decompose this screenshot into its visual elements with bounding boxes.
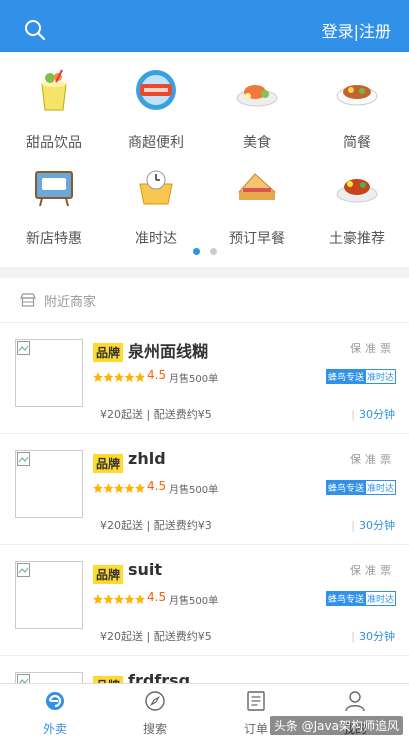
tab-search[interactable]: 搜索	[104, 690, 206, 737]
nearby-header: 附近商家	[0, 278, 409, 322]
supermarket-icon	[136, 70, 176, 110]
category-recommend[interactable]: 土豪推荐	[306, 162, 408, 248]
top-header: 登录|注册	[0, 0, 409, 52]
shop-name: 泉州面线糊	[128, 342, 209, 361]
broken-image-icon	[17, 563, 30, 577]
rating-stars	[93, 594, 145, 604]
category-new-store[interactable]: 新店特惠	[3, 162, 105, 248]
category-label: 商超便利	[128, 135, 184, 151]
order-icon	[247, 691, 265, 711]
profile-icon	[345, 691, 365, 712]
shop-sales: 月售500单	[169, 596, 219, 607]
delivery-time-value: 30分钟	[359, 408, 395, 421]
delivery-time-value: 30分钟	[359, 519, 395, 532]
category-simple-meal[interactable]: 简餐	[306, 66, 408, 152]
store-icon	[20, 293, 36, 307]
brand-badge: 品牌	[93, 565, 124, 584]
new-store-icon	[35, 171, 73, 207]
shop-sales: 月售500单	[169, 485, 219, 496]
delivery-time: | 30分钟	[351, 519, 395, 532]
shop-tags: 保准票	[350, 342, 395, 355]
rating-stars	[93, 483, 145, 493]
delivery-badge: 蜂鸟专送	[325, 591, 366, 606]
broken-image-icon	[17, 452, 30, 466]
on-time-icon	[139, 170, 173, 205]
brand-badge: 品牌	[93, 343, 124, 362]
shop-sales: 月售500单	[169, 374, 219, 385]
shop-item[interactable]: 品牌 泉州面线糊 保准票 4.5 月售500单 蜂鸟专送 准时达 ¥20起送 |…	[0, 322, 409, 433]
category-label: 甜品饮品	[26, 135, 82, 151]
carousel-dot[interactable]	[209, 248, 217, 255]
tab-takeout[interactable]: 外卖	[4, 690, 106, 737]
shop-thumbnail	[15, 561, 83, 629]
category-label: 美食	[243, 135, 271, 151]
shop-rating: 4.5	[147, 479, 167, 493]
takeout-icon	[46, 692, 64, 710]
category-on-time[interactable]: 准时达	[105, 162, 207, 248]
delivery-badge: 蜂鸟专送	[325, 369, 366, 384]
category-breakfast[interactable]: 预订早餐	[206, 162, 308, 248]
delivery-time: | 30分钟	[351, 408, 395, 421]
shop-fee: ¥20起送 | 配送费约¥5	[100, 630, 212, 643]
broken-image-icon	[17, 674, 30, 683]
category-grid: 甜品饮品 商超便利 美食 简餐 新店特惠 准时达 预订早餐 土豪推荐	[0, 52, 409, 267]
shop-thumbnail	[15, 672, 83, 683]
search-icon[interactable]	[24, 19, 46, 41]
delivery-time-value: 30分钟	[359, 630, 395, 643]
category-food[interactable]: 美食	[206, 66, 308, 152]
carousel-dot[interactable]	[192, 248, 200, 255]
simple-meal-icon	[336, 85, 378, 106]
on-time-badge: 准时达	[364, 591, 396, 606]
compass-icon	[145, 691, 165, 711]
brand-badge: 品牌	[93, 454, 124, 473]
shop-tags: 保准票	[350, 564, 395, 577]
nearby-title: 附近商家	[44, 294, 97, 310]
category-drink[interactable]: 甜品饮品	[3, 66, 105, 152]
shop-fee: ¥20起送 | 配送费约¥5	[100, 408, 212, 421]
breakfast-icon	[237, 173, 277, 200]
tab-label: 搜索	[142, 722, 167, 736]
shop-item[interactable]: 品牌 frdfrsg	[0, 655, 409, 683]
shop-rating: 4.5	[147, 368, 167, 382]
recommend-icon	[336, 179, 378, 203]
login-register-link[interactable]: 登录|注册	[322, 18, 391, 42]
watermark: 头条 @Java架构师追风	[269, 716, 403, 735]
nearby-shops: 附近商家 品牌 泉州面线糊 保准票 4.5 月售500单 蜂鸟专送 准时达 ¥2…	[0, 278, 409, 683]
delivery-time: | 30分钟	[351, 630, 395, 643]
tab-label: 外卖	[42, 722, 67, 736]
shop-name: frdfrsg	[128, 671, 191, 683]
category-label: 简餐	[343, 135, 371, 151]
broken-image-icon	[17, 341, 30, 355]
shop-rating: 4.5	[147, 590, 167, 604]
shop-tags: 保准票	[350, 453, 395, 466]
shop-thumbnail	[15, 450, 83, 518]
carousel-dots	[0, 240, 409, 259]
food-plate-icon	[236, 85, 278, 107]
shop-item[interactable]: 品牌 suit 保准票 4.5 月售500单 蜂鸟专送 准时达 ¥20起送 | …	[0, 544, 409, 655]
drink-icon	[41, 69, 67, 111]
on-time-badge: 准时达	[364, 369, 396, 384]
brand-badge: 品牌	[93, 676, 124, 683]
shop-fee: ¥20起送 | 配送费约¥3	[100, 519, 212, 532]
rating-stars	[93, 372, 145, 382]
shop-name: zhld	[128, 449, 166, 468]
shop-thumbnail	[15, 339, 83, 407]
shop-name: suit	[128, 560, 163, 579]
delivery-badge: 蜂鸟专送	[325, 480, 366, 495]
category-supermarket[interactable]: 商超便利	[105, 66, 207, 152]
on-time-badge: 准时达	[364, 480, 396, 495]
shop-item[interactable]: 品牌 zhld 保准票 4.5 月售500单 蜂鸟专送 准时达 ¥20起送 | …	[0, 433, 409, 544]
